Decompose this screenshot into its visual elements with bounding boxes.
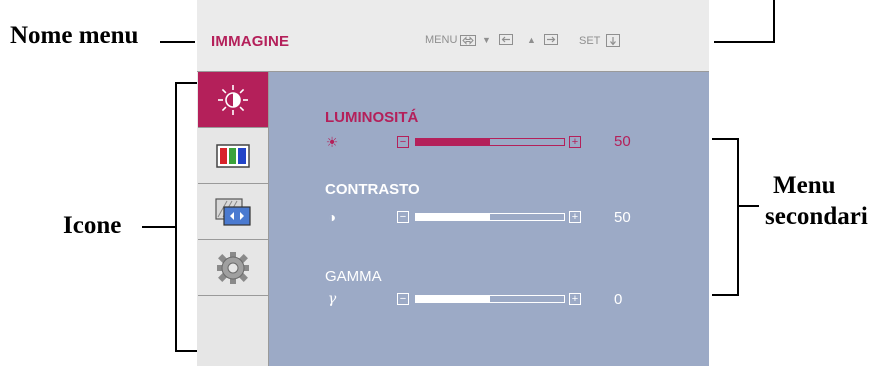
leader-menu-name: [160, 41, 195, 43]
menu-key-label: MENU: [425, 34, 458, 46]
sidebar-tile-setup[interactable]: [198, 240, 268, 296]
set-key-hint[interactable]: SET: [579, 34, 621, 47]
menu-key-hint[interactable]: MENU: [425, 34, 477, 46]
leader-submenu-h: [737, 205, 759, 207]
decrease-icon[interactable]: −: [397, 293, 409, 305]
down-triangle: ▼: [482, 34, 491, 45]
osd-header: IMMAGINE MENU ▼ ▲ SET: [197, 0, 709, 72]
brightness-slider[interactable]: − +: [397, 136, 591, 150]
callout-menu-name: Nome menu: [10, 22, 139, 49]
slider-fill: [416, 296, 490, 302]
decrease-icon[interactable]: −: [397, 211, 409, 223]
right-arrow-key-icon: [543, 34, 558, 45]
slider-fill: [416, 139, 490, 145]
set-key-label: SET: [579, 34, 601, 47]
menu-title: IMMAGINE: [211, 33, 290, 50]
slider-track[interactable]: [415, 138, 565, 146]
down-key-hint[interactable]: ▼: [482, 34, 513, 45]
sidebar-tile-empty: [198, 296, 268, 356]
decrease-icon[interactable]: −: [397, 136, 409, 148]
leader-icons-h: [142, 226, 175, 228]
slider-fill: [416, 214, 490, 220]
leader-submenu-bracket: [737, 138, 739, 296]
slider-track[interactable]: [415, 295, 565, 303]
screen-position-icon: [215, 197, 251, 226]
leader-icons-bracket: [175, 82, 177, 352]
sun-icon: ☀: [325, 133, 339, 150]
contrast-value: 50: [614, 209, 631, 226]
enter-key-icon: [606, 34, 621, 47]
callout-submenu-1: Menu: [773, 172, 836, 199]
exit-key-icon: [460, 34, 477, 46]
up-key-hint[interactable]: ▲: [527, 34, 558, 45]
leader-icons-bottom: [175, 350, 197, 352]
item-label-contrast: CONTRASTO: [325, 181, 420, 198]
leader-submenu-top: [712, 138, 739, 140]
sidebar-tile-color[interactable]: [198, 128, 268, 184]
increase-icon[interactable]: +: [569, 293, 581, 305]
callout-icons: Icone: [63, 212, 122, 239]
gamma-value: 0: [614, 291, 623, 308]
item-label-brightness: LUMINOSITÁ: [325, 109, 419, 126]
sidebar-tile-position[interactable]: [198, 184, 268, 240]
increase-icon[interactable]: +: [569, 211, 581, 223]
sidebar-tile-picture[interactable]: [198, 72, 268, 128]
brightness-icon: [218, 84, 248, 115]
gamma-slider[interactable]: − +: [397, 293, 591, 307]
gear-icon: [217, 251, 249, 284]
leader-navigation-h: [714, 41, 774, 43]
contrast-slider[interactable]: − +: [397, 211, 591, 225]
brightness-value: 50: [614, 133, 631, 150]
color-bars-icon: [216, 143, 250, 168]
callout-submenu-2: secondari: [765, 203, 868, 230]
leader-icons-top: [175, 82, 197, 84]
leader-navigation-v: [773, 0, 775, 43]
submenu-panel: LUMINOSITÁ ☀ − + 50 CONTRASTO ◑ − + 50 G…: [269, 72, 709, 366]
leader-submenu-bottom: [712, 294, 739, 296]
osd-window: IMMAGINE MENU ▼ ▲ SET LUMINOSITÁ ☀ − + 5…: [197, 0, 709, 366]
contrast-icon: ◑: [327, 209, 337, 225]
left-arrow-key-icon: [498, 34, 513, 45]
increase-icon[interactable]: +: [569, 136, 581, 148]
up-triangle: ▲: [527, 34, 536, 45]
osd-sidebar: [197, 72, 269, 366]
slider-track[interactable]: [415, 213, 565, 221]
gamma-icon: γ: [327, 291, 337, 307]
item-label-gamma: GAMMA: [325, 268, 382, 285]
